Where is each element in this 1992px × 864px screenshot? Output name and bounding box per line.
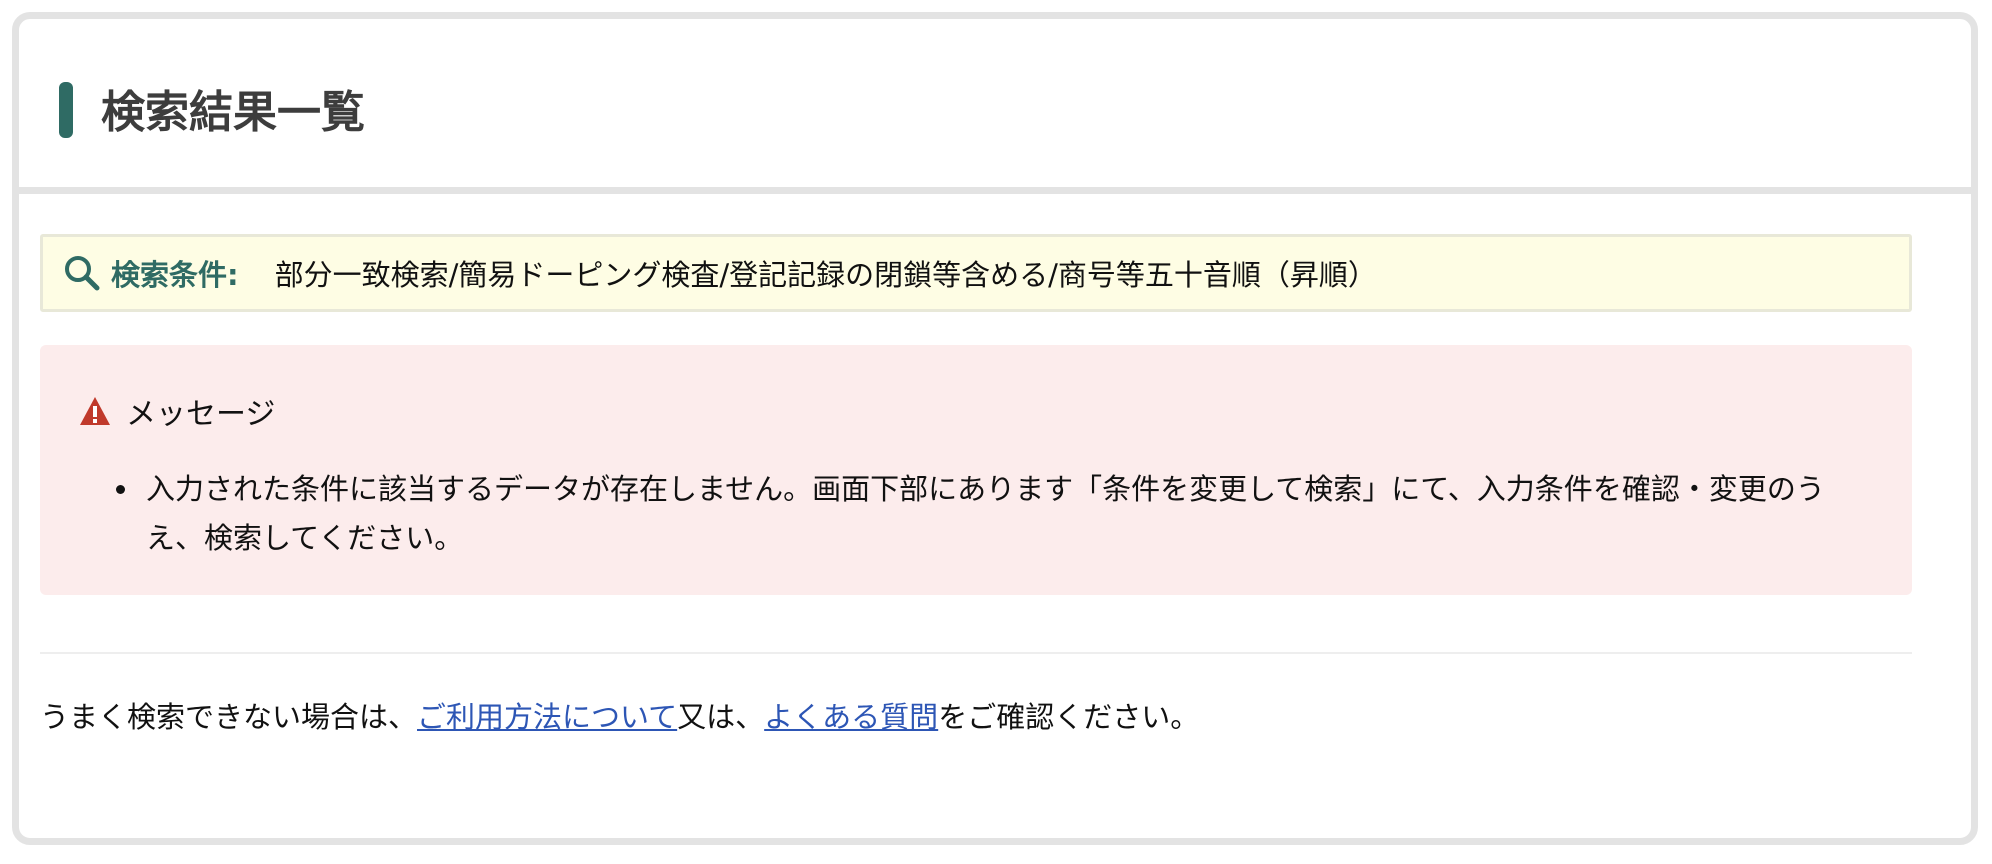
condition-label: 検索条件: (111, 258, 239, 292)
faq-link[interactable]: よくある質問 (764, 700, 938, 734)
divider (40, 652, 1912, 654)
warning-icon (78, 395, 112, 427)
usage-link[interactable]: ご利用方法について (417, 700, 677, 734)
page-title: 検索結果一覧 (101, 87, 365, 138)
message-list: 入力された条件に該当するデータが存在しません。画面下部にあります「条件を変更して… (116, 465, 1876, 563)
message-item: 入力された条件に該当するデータが存在しません。画面下部にあります「条件を変更して… (116, 465, 1876, 563)
message-item-text: 入力された条件に該当するデータが存在しません。画面下部にあります「条件を変更して… (146, 472, 1825, 555)
page-header: 検索結果一覧 (19, 19, 1971, 194)
search-condition-box: 検索条件: 部分一致検索/簡易ドーピング検査/登記記録の閉鎖等含める/商号等五十… (40, 234, 1912, 312)
search-icon (63, 254, 101, 292)
condition-value: 部分一致検索/簡易ドーピング検査/登記記録の閉鎖等含める/商号等五十音順（昇順） (274, 258, 1377, 292)
message-box: メッセージ 入力された条件に該当するデータが存在しません。画面下部にあります「条… (40, 345, 1912, 595)
help-suffix: をご確認ください。 (938, 700, 1200, 734)
bullet-icon (116, 485, 125, 494)
help-middle: 又は、 (677, 700, 765, 734)
message-header: メッセージ (78, 389, 275, 433)
help-prefix: うまく検索できない場合は、 (40, 700, 418, 734)
help-text: うまく検索できない場合は、ご利用方法について又は、よくある質問をご確認ください。 (40, 697, 1199, 737)
message-title: メッセージ (126, 397, 276, 432)
title-accent-bar (59, 82, 73, 138)
